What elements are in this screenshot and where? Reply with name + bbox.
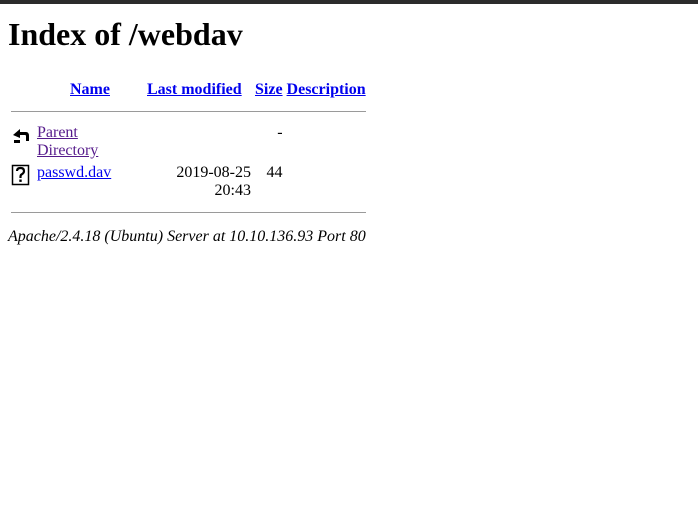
sort-by-last-modified-link[interactable]: Last modified: [147, 81, 242, 98]
separator-cell: [10, 203, 367, 222]
icon-column-header: [10, 80, 34, 100]
table-header-row: Name Last modified Size Description: [10, 80, 367, 100]
server-signature: Apache/2.4.18 (Ubuntu) Server at 10.10.1…: [8, 228, 366, 245]
unknown-file-icon: [11, 164, 30, 186]
header-divider: [11, 111, 366, 112]
sort-by-size-link[interactable]: Size: [255, 81, 283, 98]
name-column-header: Name: [36, 80, 144, 100]
row-size-cell: -: [277, 124, 283, 141]
row-last-modified-cell: [146, 123, 252, 161]
last-modified-column-header: Last modified: [146, 80, 252, 100]
separator-row: [10, 102, 367, 121]
directory-listing-table: Name Last modified Size Description Pare…: [8, 78, 369, 224]
file-link-passwd-dav[interactable]: passwd.dav: [37, 164, 111, 181]
footer-divider: [11, 212, 366, 213]
row-last-modified-cell: 2019-08-25 20:43: [176, 164, 251, 199]
row-icon-cell: [10, 123, 34, 161]
row-name-cell: passwd.dav: [36, 163, 144, 201]
separator-cell: [10, 102, 367, 121]
row-description-cell: [286, 163, 367, 201]
row-size-cell: 44: [266, 164, 283, 181]
page-title: Index of /webdav: [8, 16, 243, 52]
row-description-cell: [286, 123, 367, 161]
sort-by-name-link[interactable]: Name: [70, 81, 110, 98]
table-row: Parent Directory -: [10, 123, 367, 161]
table-row: passwd.dav 2019-08-25 20:43 44: [10, 163, 367, 201]
parent-directory-link[interactable]: Parent Directory: [37, 124, 98, 159]
page-body: Index of /webdav Name Last modified Size…: [8, 4, 369, 246]
description-column-header: Description: [286, 80, 367, 100]
size-column-header: Size: [254, 80, 284, 100]
sort-by-description-link[interactable]: Description: [287, 81, 366, 98]
back-arrow-icon: [13, 129, 29, 143]
separator-row: [10, 203, 367, 222]
row-name-cell: Parent Directory: [36, 123, 144, 161]
row-icon-cell: [10, 163, 34, 201]
